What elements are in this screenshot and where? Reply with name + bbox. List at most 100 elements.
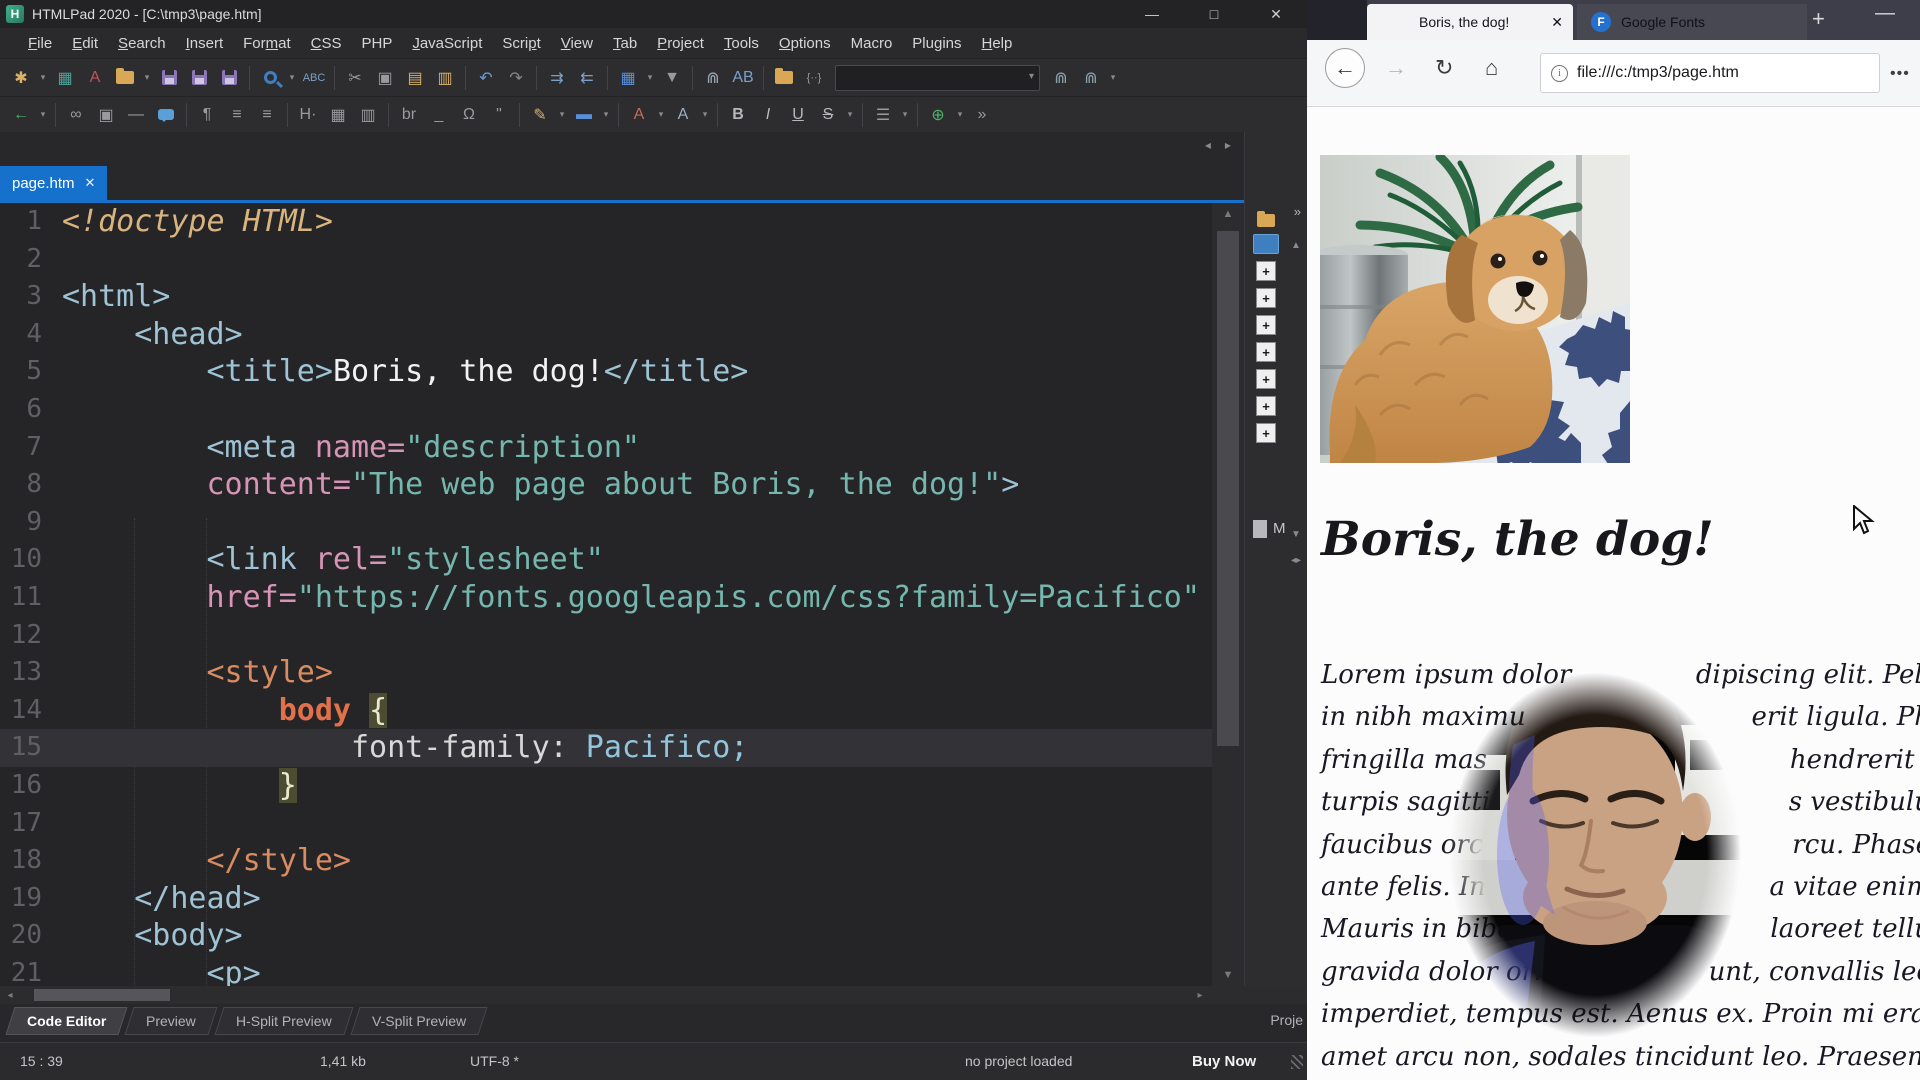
omega-icon[interactable]: Ω	[454, 101, 484, 129]
save-icon[interactable]	[154, 64, 184, 92]
menu-script[interactable]: Script	[492, 31, 550, 56]
back-icon[interactable]: ←	[6, 101, 36, 129]
menu-macro[interactable]: Macro	[841, 31, 903, 56]
cut-icon[interactable]: ✂	[340, 64, 370, 92]
strikethrough-icon[interactable]: S	[813, 101, 843, 129]
paste-special-icon[interactable]: ▥	[430, 64, 460, 92]
highlight-dropdown-icon[interactable]: ▾	[599, 101, 613, 129]
document-tab-close-icon[interactable]: ✕	[85, 175, 96, 191]
save-as-icon[interactable]	[214, 64, 244, 92]
highlight-icon[interactable]: ▬	[569, 101, 599, 129]
open-web-document-icon[interactable]: ▦	[50, 64, 80, 92]
menu-options[interactable]: Options	[769, 31, 841, 56]
menu-edit[interactable]: Edit	[62, 31, 108, 56]
toolbar-overflow-icon[interactable]: »	[967, 101, 997, 129]
publish-dropdown-icon[interactable]: ▾	[953, 101, 967, 129]
font-decrease-dropdown-icon[interactable]: ▾	[698, 101, 712, 129]
home-button[interactable]: ⌂	[1485, 55, 1498, 81]
undo-icon[interactable]: ↶	[471, 64, 501, 92]
image-icon[interactable]: ▣	[91, 101, 121, 129]
menu-tools[interactable]: Tools	[714, 31, 769, 56]
menu-search[interactable]: Search	[108, 31, 176, 56]
panel-add-button[interactable]: +	[1256, 396, 1276, 416]
save-all-icon[interactable]	[184, 64, 214, 92]
horizontal-rule-icon[interactable]: —	[121, 101, 151, 129]
font-increase-dropdown-icon[interactable]: ▾	[654, 101, 668, 129]
menu-plugins[interactable]: Plugins	[902, 31, 971, 56]
document-tab-page-htm[interactable]: page.htm ✕	[0, 166, 107, 200]
tab-scroll-left-icon[interactable]: ◂	[1205, 138, 1211, 152]
new-file-dropdown-icon[interactable]: ▾	[36, 64, 50, 92]
url-text[interactable]: file:///c:/tmp3/page.htm	[1577, 64, 1739, 82]
open-dropdown-icon[interactable]: ▾	[140, 64, 154, 92]
ordered-list-icon[interactable]: ≡	[222, 101, 252, 129]
hyperlink-icon[interactable]: ∞	[61, 101, 91, 129]
panel-add-button[interactable]: +	[1256, 342, 1276, 362]
new-file-icon[interactable]: ✱	[6, 64, 36, 92]
font-decrease-icon[interactable]: A	[668, 101, 698, 129]
quick-search-combobox[interactable]	[835, 65, 1040, 91]
code-editor-area[interactable]: 1<!doctype HTML>23<html>4 <head>5 <title…	[0, 203, 1212, 986]
view-tab-preview[interactable]: Preview	[125, 1007, 218, 1035]
editor-close-button[interactable]: ✕	[1245, 0, 1307, 28]
publish-icon[interactable]: ⊕	[923, 101, 953, 129]
panel-scroll-down-icon[interactable]: ▼	[1289, 529, 1303, 540]
panel-add-button[interactable]: +	[1256, 315, 1276, 335]
panel-add-button[interactable]: +	[1256, 423, 1276, 443]
quote-icon[interactable]: "	[484, 101, 514, 129]
table-view-dropdown-icon[interactable]: ▾	[643, 64, 657, 92]
panel-scroll-up-icon[interactable]: ▲	[1289, 240, 1303, 251]
spell-check-icon[interactable]: ABC	[299, 64, 329, 92]
table-view-icon[interactable]: ▦	[613, 64, 643, 92]
paste-icon[interactable]: ▤	[400, 64, 430, 92]
template-document-icon[interactable]: A	[80, 64, 110, 92]
browser-tab-boris[interactable]: Boris, the dog! ✕	[1367, 4, 1573, 40]
menu-javascript[interactable]: JavaScript	[402, 31, 492, 56]
align-dropdown-icon[interactable]: ▾	[898, 101, 912, 129]
strikethrough-dropdown-icon[interactable]: ▾	[843, 101, 857, 129]
menu-css[interactable]: CSS	[301, 31, 352, 56]
find-in-files-icon[interactable]	[769, 64, 799, 92]
replace-icon[interactable]: AB	[728, 64, 758, 92]
indent-icon[interactable]: ⇉	[542, 64, 572, 92]
code-braces-icon[interactable]: {··}	[799, 64, 829, 92]
code-horizontal-scrollbar[interactable]: ◂ ▸	[0, 986, 1307, 1004]
resize-grip[interactable]	[1291, 1055, 1303, 1069]
line-break-icon[interactable]: br	[394, 101, 424, 129]
new-tab-button[interactable]: +	[1812, 6, 1825, 32]
menu-insert[interactable]: Insert	[176, 31, 234, 56]
italic-icon[interactable]: I	[753, 101, 783, 129]
browser-minimize-button[interactable]: —	[1875, 2, 1895, 25]
view-tab-code-editor[interactable]: Code Editor	[5, 1007, 127, 1035]
panel-add-button[interactable]: +	[1256, 369, 1276, 389]
font-increase-icon[interactable]: A	[624, 101, 654, 129]
forward-button[interactable]: →	[1385, 55, 1407, 81]
panel-folder-icon[interactable]	[1257, 214, 1275, 227]
view-tab-v-split-preview[interactable]: V-Split Preview	[350, 1007, 487, 1035]
search-dropdown-icon[interactable]: ▾	[285, 64, 299, 92]
reload-button[interactable]: ↻	[1435, 55, 1453, 81]
browser-tab-google-fonts[interactable]: F Google Fonts	[1577, 4, 1807, 40]
open-folder-icon[interactable]	[110, 64, 140, 92]
nbsp-icon[interactable]: _	[424, 101, 454, 129]
pencil-icon[interactable]: ✎	[525, 101, 555, 129]
copy-icon[interactable]: ▣	[370, 64, 400, 92]
filter-icon[interactable]: ▼	[657, 64, 687, 92]
table-icon[interactable]: ▦	[323, 101, 353, 129]
panel-scroll-horizontal-icon[interactable]: ◂▸	[1289, 555, 1303, 566]
site-info-icon[interactable]: i	[1551, 65, 1568, 82]
code-vertical-scrollbar[interactable]: ▲ ▼	[1212, 203, 1244, 986]
back-dropdown-icon[interactable]: ▾	[36, 101, 50, 129]
browser-tab-close-icon[interactable]: ✕	[1551, 14, 1563, 31]
menu-view[interactable]: View	[551, 31, 603, 56]
panel-chevrons-icon[interactable]: »	[1294, 204, 1301, 219]
view-tab-h-split-preview[interactable]: H-Split Preview	[215, 1007, 354, 1035]
panel-add-button[interactable]: +	[1256, 288, 1276, 308]
menu-php[interactable]: PHP	[352, 31, 403, 56]
vertical-scroll-thumb[interactable]	[1217, 231, 1239, 746]
page-actions-icon[interactable]: •••	[1890, 65, 1910, 83]
comment-icon[interactable]	[151, 101, 181, 129]
horizontal-scroll-thumb[interactable]	[34, 989, 170, 1001]
scroll-left-icon[interactable]: ◂	[0, 986, 20, 1004]
menu-format[interactable]: Format	[233, 31, 301, 56]
